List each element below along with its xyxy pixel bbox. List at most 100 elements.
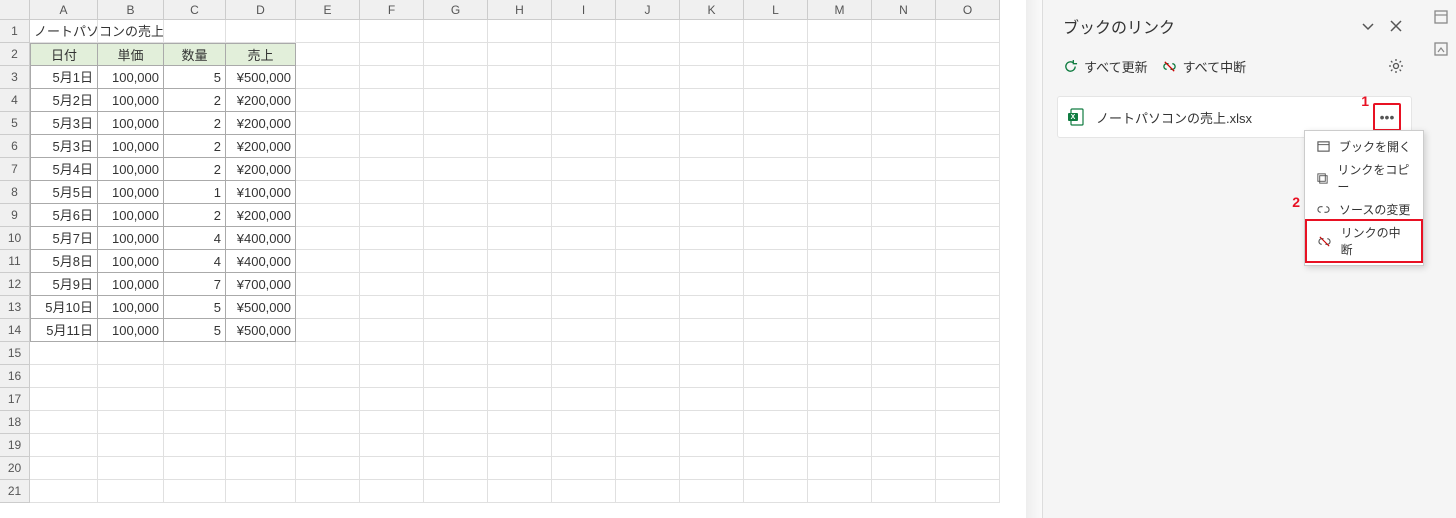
cell[interactable] [488,89,552,112]
column-header[interactable]: C [164,0,226,20]
table-cell[interactable]: 100,000 [98,66,164,89]
row-header[interactable]: 15 [0,342,30,365]
cell[interactable] [872,204,936,227]
cell[interactable] [808,388,872,411]
cell[interactable] [744,296,808,319]
table-header-cell[interactable]: 単価 [98,43,164,66]
cell[interactable] [552,250,616,273]
cell[interactable] [360,89,424,112]
cell[interactable] [616,273,680,296]
cell[interactable] [226,365,296,388]
cell[interactable] [808,66,872,89]
settings-button[interactable] [1382,52,1410,80]
table-cell[interactable]: ¥500,000 [226,66,296,89]
cell[interactable] [424,158,488,181]
cell[interactable] [936,296,1000,319]
cell[interactable] [30,480,98,503]
cell[interactable] [680,434,744,457]
cell[interactable] [744,89,808,112]
cell[interactable] [488,480,552,503]
cell[interactable] [744,158,808,181]
column-header[interactable]: I [552,0,616,20]
column-header[interactable]: K [680,0,744,20]
cell[interactable] [552,135,616,158]
cell[interactable] [488,66,552,89]
cell[interactable] [872,135,936,158]
table-cell[interactable]: 5月3日 [30,135,98,158]
cell[interactable] [616,342,680,365]
collapse-button[interactable] [1354,12,1382,40]
table-cell[interactable]: ¥200,000 [226,112,296,135]
table-cell[interactable]: 5月5日 [30,181,98,204]
row-header[interactable]: 16 [0,365,30,388]
cell[interactable] [424,89,488,112]
cell[interactable] [680,365,744,388]
cell[interactable] [744,365,808,388]
cell[interactable] [744,411,808,434]
cell[interactable] [680,411,744,434]
cell[interactable] [360,66,424,89]
cell[interactable] [680,204,744,227]
cell[interactable] [808,319,872,342]
cell[interactable] [552,480,616,503]
cell[interactable] [424,250,488,273]
cell[interactable] [616,434,680,457]
table-cell[interactable]: ¥100,000 [226,181,296,204]
cell[interactable] [616,296,680,319]
row-header[interactable]: 17 [0,388,30,411]
cell[interactable] [616,227,680,250]
cell[interactable] [360,204,424,227]
cell[interactable] [488,296,552,319]
cell[interactable] [744,273,808,296]
cell[interactable] [488,135,552,158]
cell[interactable] [98,20,164,43]
cell[interactable] [808,250,872,273]
row-header[interactable]: 4 [0,89,30,112]
cell[interactable] [98,434,164,457]
cell[interactable] [936,319,1000,342]
table-cell[interactable]: 5月9日 [30,273,98,296]
cell[interactable] [296,204,360,227]
cell[interactable] [680,227,744,250]
cell[interactable] [808,434,872,457]
cell[interactable] [360,296,424,319]
row-header[interactable]: 14 [0,319,30,342]
row-header[interactable]: 18 [0,411,30,434]
cell[interactable] [616,250,680,273]
cell[interactable] [744,434,808,457]
table-header-cell[interactable]: 数量 [164,43,226,66]
cell[interactable] [808,43,872,66]
cell[interactable] [360,411,424,434]
cell[interactable] [164,457,226,480]
table-cell[interactable]: 5月1日 [30,66,98,89]
cell[interactable] [680,181,744,204]
cell[interactable] [98,457,164,480]
cell[interactable] [360,158,424,181]
cell[interactable] [936,112,1000,135]
cell[interactable] [424,20,488,43]
cell[interactable] [296,250,360,273]
cell[interactable] [808,273,872,296]
table-cell[interactable]: 100,000 [98,227,164,250]
cell[interactable] [488,112,552,135]
column-header[interactable]: B [98,0,164,20]
cell[interactable] [872,89,936,112]
cell[interactable] [744,250,808,273]
cell[interactable] [744,204,808,227]
table-cell[interactable]: 5月6日 [30,204,98,227]
cell[interactable] [360,388,424,411]
cell[interactable] [360,480,424,503]
cell[interactable] [424,181,488,204]
cell[interactable] [488,158,552,181]
row-header[interactable]: 5 [0,112,30,135]
cell[interactable] [488,273,552,296]
cell[interactable] [98,480,164,503]
cell[interactable] [552,112,616,135]
cell[interactable] [616,89,680,112]
cell[interactable] [164,20,226,43]
column-header[interactable]: N [872,0,936,20]
cell[interactable] [552,296,616,319]
row-header[interactable]: 9 [0,204,30,227]
cell[interactable] [744,480,808,503]
cell[interactable] [616,204,680,227]
